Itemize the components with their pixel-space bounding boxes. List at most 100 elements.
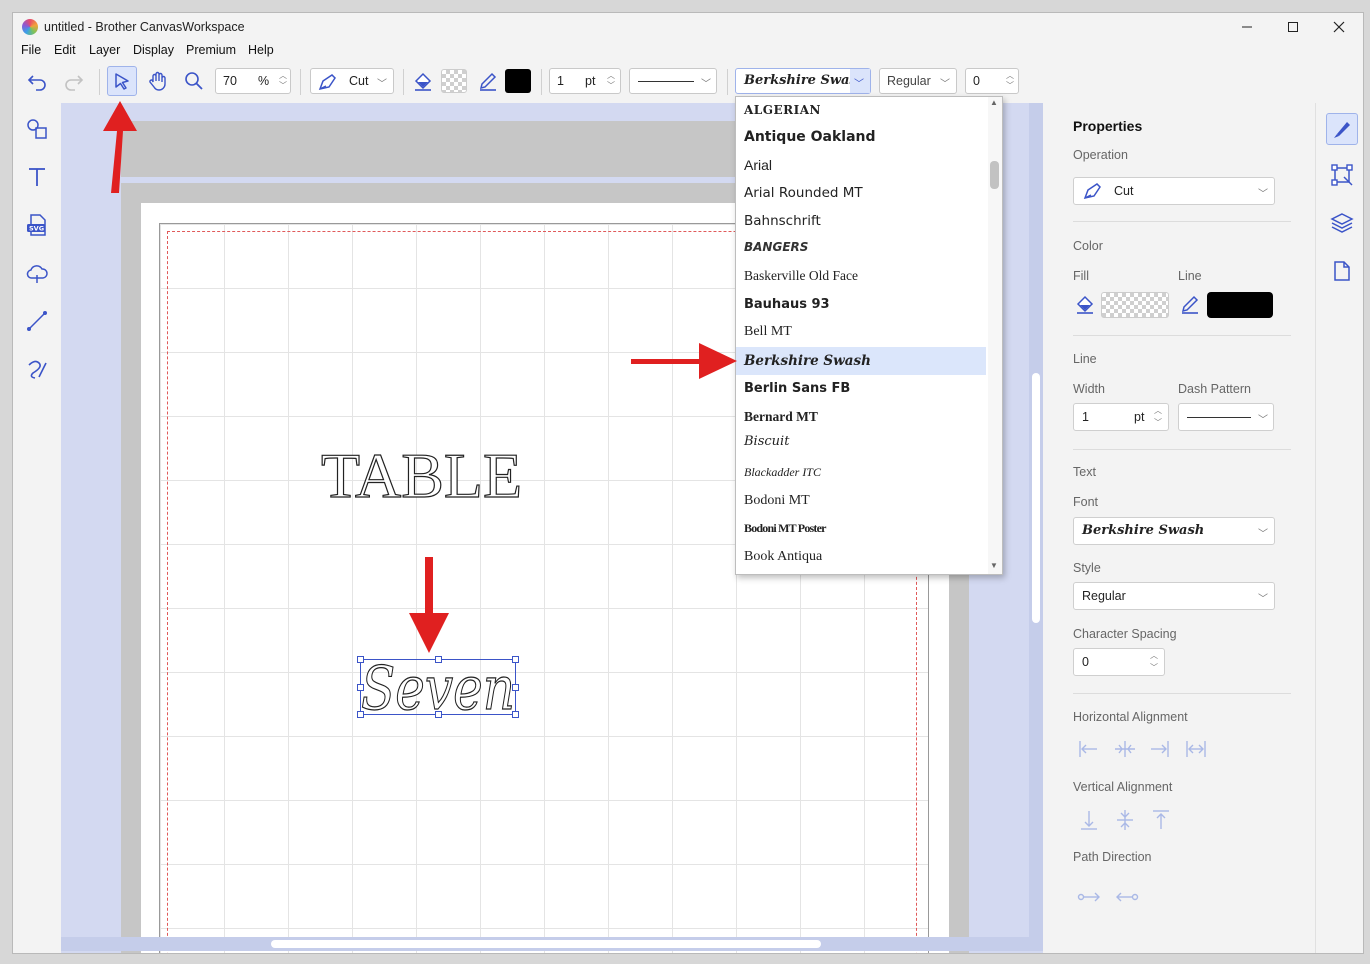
text-icon — [29, 168, 45, 186]
horizontal-scroll-thumb[interactable] — [271, 940, 821, 948]
line-swatch[interactable] — [1207, 292, 1273, 318]
select-tool-button[interactable] — [107, 66, 137, 96]
style-select[interactable]: Regular ﹀ — [1073, 582, 1275, 610]
fill-color-swatch[interactable] — [441, 69, 467, 93]
annotation-arrow-down — [409, 557, 449, 653]
font-option[interactable]: ALGERIAN — [736, 97, 986, 124]
font-select[interactable]: Berkshire Swash ﹀ — [1073, 517, 1275, 545]
horizontal-alignment-buttons[interactable] — [1077, 737, 1217, 761]
font-option[interactable]: Biscuit — [736, 428, 986, 456]
horizontal-scrollbar[interactable] — [61, 937, 1031, 951]
table-text-object[interactable]: TABLE — [311, 433, 551, 513]
text-tool[interactable] — [23, 163, 51, 191]
fill-swatch[interactable] — [1101, 292, 1169, 318]
page-tab[interactable] — [1328, 257, 1356, 285]
font-option[interactable]: Arial Rounded MT — [736, 179, 986, 207]
dash-pattern-dropdown[interactable]: ﹀ — [629, 68, 717, 94]
font-option[interactable]: Arial — [736, 151, 986, 179]
font-option[interactable]: Antique Oakland — [736, 123, 986, 151]
operation-value: Cut — [349, 74, 369, 88]
path-direction-buttons[interactable] — [1077, 889, 1147, 905]
menu-bar: File Edit Layer Display Premium Help — [13, 41, 1363, 61]
line-color-swatch[interactable] — [505, 69, 531, 93]
line-width-field[interactable]: 1 pt ︿ ﹀ — [1073, 403, 1169, 431]
font-dropdown-list[interactable]: ALGERIAN Antique Oakland Arial Arial Rou… — [735, 96, 1003, 575]
hand-tool-button[interactable] — [145, 68, 171, 94]
operation-select[interactable]: Cut ﹀ — [1073, 177, 1275, 205]
font-option-selected[interactable]: Berkshire Swash — [736, 347, 986, 375]
font-option[interactable]: Bahnschrift — [736, 207, 986, 235]
resize-handle[interactable] — [435, 711, 442, 718]
zoom-input[interactable]: 70 % ︿ ﹀ — [215, 68, 291, 94]
font-option[interactable]: Bauhaus 93 — [736, 291, 986, 319]
selection-box[interactable]: Seven — [357, 654, 519, 720]
properties-tab[interactable] — [1326, 113, 1358, 145]
font-option[interactable]: Blackadder ITC — [736, 458, 986, 486]
resize-handle[interactable] — [512, 684, 519, 691]
maximize-icon — [1288, 22, 1298, 32]
maximize-button[interactable] — [1271, 15, 1315, 39]
vertical-alignment-buttons[interactable] — [1077, 807, 1187, 833]
shapes-tool[interactable] — [23, 115, 51, 143]
zoom-stepper[interactable]: ︿ ﹀ — [277, 71, 289, 91]
zoom-tool-button[interactable] — [181, 68, 207, 94]
redo-button[interactable] — [60, 68, 86, 94]
char-spacing-field[interactable]: 0 ︿ ﹀ — [1073, 648, 1165, 676]
font-option[interactable]: BANGERS — [736, 233, 986, 261]
menu-premium[interactable]: Premium — [186, 43, 236, 57]
freehand-icon — [28, 360, 47, 379]
vertical-scrollbar[interactable] — [1029, 103, 1043, 951]
resize-handle[interactable] — [357, 711, 364, 718]
fill-button[interactable] — [410, 68, 436, 94]
font-option[interactable]: Baskerville Old Face — [736, 262, 986, 290]
close-button[interactable] — [1317, 15, 1361, 39]
char-spacing-field-stepper[interactable]: ︿ ﹀ — [1148, 651, 1160, 673]
minimize-button[interactable] — [1225, 15, 1269, 39]
menu-layer[interactable]: Layer — [89, 43, 120, 57]
resize-handle[interactable] — [435, 656, 442, 663]
line-width-input[interactable]: 1 pt ︿ ﹀ — [549, 68, 621, 94]
font-dropdown-toggle[interactable]: ﹀ — [850, 69, 870, 93]
font-option[interactable]: Bell MT — [736, 318, 986, 346]
undo-button[interactable] — [25, 68, 51, 94]
font-option[interactable]: Bodoni MT Poster — [736, 514, 986, 542]
style-dropdown[interactable]: Regular ﹀ — [879, 68, 957, 94]
scroll-up-icon[interactable]: ▲ — [990, 98, 998, 107]
menu-file[interactable]: File — [21, 43, 41, 57]
resize-handle[interactable] — [357, 684, 364, 691]
svg-import-tool[interactable]: SVG — [23, 211, 51, 239]
font-option[interactable]: Bernard MT — [736, 403, 986, 431]
operation-dropdown[interactable]: Cut ﹀ — [310, 68, 394, 94]
line-color-button[interactable] — [475, 68, 501, 94]
font-option[interactable]: Bodoni MT — [736, 487, 986, 515]
resize-handle[interactable] — [512, 711, 519, 718]
menu-edit[interactable]: Edit — [54, 43, 76, 57]
layers-tab[interactable] — [1328, 209, 1356, 237]
char-spacing-stepper[interactable]: ︿ ﹀ — [1004, 71, 1016, 91]
font-option[interactable]: Berlin Sans FB — [736, 375, 986, 403]
vertical-scroll-thumb[interactable] — [1032, 373, 1040, 623]
font-option[interactable]: Book Antiqua — [736, 543, 986, 571]
transform-tab[interactable] — [1328, 161, 1356, 189]
fill-color-button[interactable] — [1073, 291, 1097, 317]
freehand-tool[interactable] — [23, 355, 51, 383]
dash-pattern-select[interactable]: ﹀ — [1178, 403, 1274, 431]
line-tool[interactable] — [23, 307, 51, 335]
resize-handle[interactable] — [357, 656, 364, 663]
line-width-field-stepper[interactable]: ︿ ﹀ — [1152, 406, 1164, 428]
resize-handle[interactable] — [512, 656, 519, 663]
font-list-scroll-thumb[interactable] — [990, 161, 999, 189]
scroll-down-icon[interactable]: ▼ — [990, 561, 998, 570]
line-width-stepper[interactable]: ︿ ﹀ — [605, 71, 617, 91]
menu-display[interactable]: Display — [133, 43, 174, 57]
font-list-scrollbar[interactable]: ▲ ▼ — [988, 97, 1002, 574]
line-color-button[interactable] — [1178, 291, 1202, 317]
font-dropdown[interactable]: Berkshire Swash ﹀ — [735, 68, 871, 94]
menu-help[interactable]: Help — [248, 43, 274, 57]
line-width-unit: pt — [585, 74, 596, 88]
pattern-tool[interactable] — [23, 259, 51, 287]
style-label: Style — [1073, 561, 1101, 575]
char-spacing-input[interactable]: 0 ︿ ﹀ — [965, 68, 1019, 94]
chevron-down-icon: ﹀ — [854, 79, 864, 90]
line-icon — [27, 311, 47, 331]
